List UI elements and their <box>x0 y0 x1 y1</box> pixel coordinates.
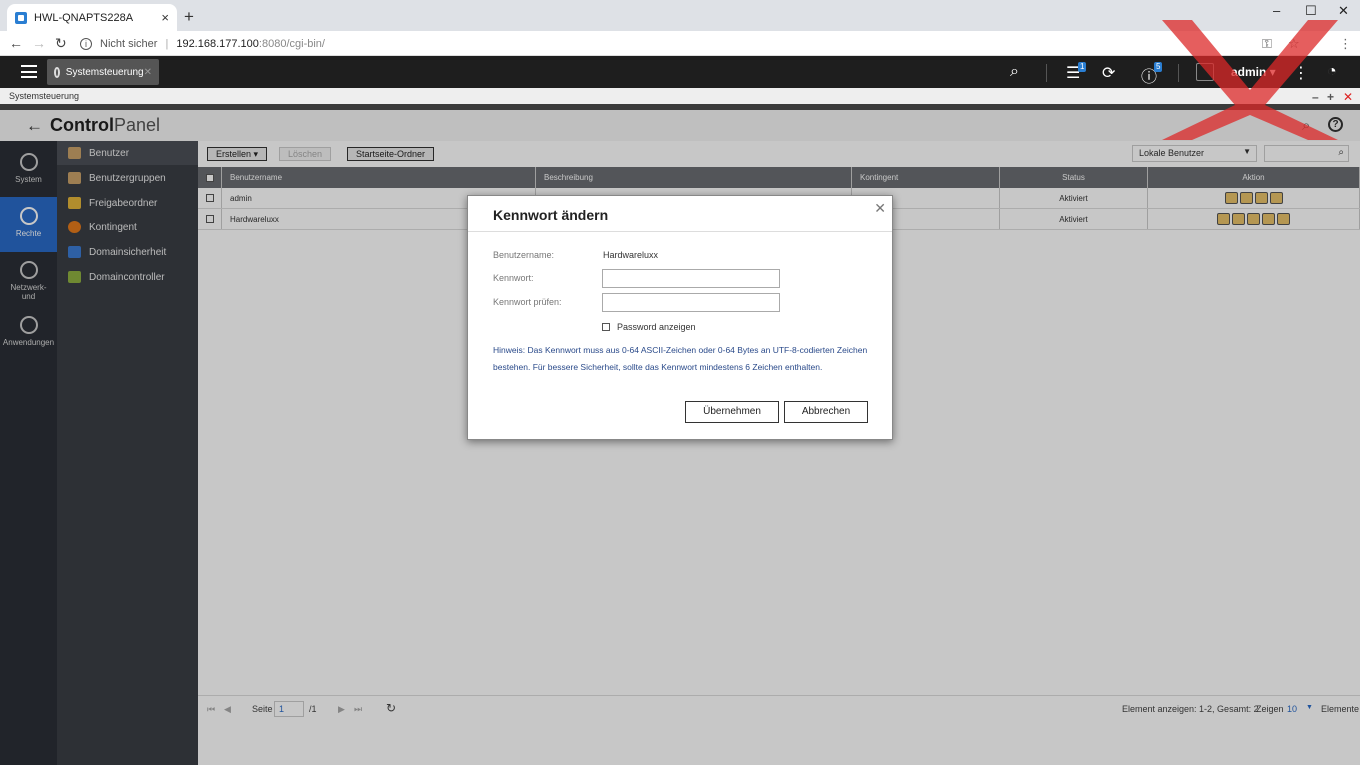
search-icon[interactable]: ⌕ <box>1010 63 1019 81</box>
dialog-title: Kennwort ändern <box>493 207 609 223</box>
change-password-dialog: Kennwort ändern ✕ Benutzername: Hardware… <box>467 195 893 440</box>
confirm-password-input[interactable] <box>602 293 780 312</box>
password-input[interactable] <box>602 269 780 288</box>
tasks-badge: 1 <box>1078 62 1087 72</box>
new-tab-button[interactable]: + <box>184 7 194 27</box>
qnap-favicon-icon <box>15 11 27 24</box>
show-password-checkbox[interactable] <box>602 323 610 331</box>
username-value: Hardwareluxx <box>603 250 659 260</box>
gear-icon <box>54 66 60 78</box>
url-field[interactable]: i Nicht sicher | 192.168.177.100:8080/cg… <box>80 34 325 54</box>
back-icon[interactable]: ← <box>9 35 23 51</box>
reload-icon[interactable]: ↻ <box>55 35 67 52</box>
divider <box>1046 64 1047 82</box>
password-hint: Hinweis: Das Kennwort muss aus 0-64 ASCI… <box>493 342 873 376</box>
show-password-row[interactable]: Password anzeigen <box>602 322 696 332</box>
main-menu-icon[interactable] <box>21 65 37 78</box>
forward-icon[interactable]: → <box>32 35 46 51</box>
browser-tab[interactable]: HWL-QNAPTS228A × <box>7 4 177 31</box>
url-host: 192.168.177.100 <box>176 38 259 50</box>
hardwareluxx-watermark-logo <box>1162 20 1338 140</box>
security-label: Nicht sicher <box>100 38 158 50</box>
show-password-label: Password anzeigen <box>617 322 696 332</box>
dialog-close-icon[interactable]: ✕ <box>874 200 886 217</box>
divider <box>468 231 892 232</box>
username-label: Benutzername: <box>493 250 555 260</box>
hint-text: Das Kennwort muss aus 0-64 ASCII-Zeichen… <box>493 345 868 372</box>
close-tab-icon[interactable]: × <box>161 10 169 25</box>
apply-button[interactable]: Übernehmen <box>685 401 779 423</box>
info-icon[interactable]: i <box>80 38 92 50</box>
hint-prefix: Hinweis: <box>493 345 526 355</box>
password-label: Kennwort: <box>493 273 534 283</box>
url-separator: | <box>165 38 169 50</box>
app-tab-close-icon[interactable]: ✕ <box>144 67 152 78</box>
browser-tab-title: HWL-QNAPTS228A <box>34 11 134 24</box>
cancel-button[interactable]: Abbrechen <box>784 401 868 423</box>
app-tab-systemsteuerung[interactable]: Systemsteuerung ✕ <box>47 59 159 85</box>
app-tab-label: Systemsteuerung <box>65 66 144 78</box>
watermark-x-shape <box>1162 20 1338 140</box>
confirm-password-label: Kennwort prüfen: <box>493 297 562 307</box>
url-path: :8080/cgi-bin/ <box>258 38 325 50</box>
sync-icon[interactable]: ⟳ <box>1102 63 1115 83</box>
